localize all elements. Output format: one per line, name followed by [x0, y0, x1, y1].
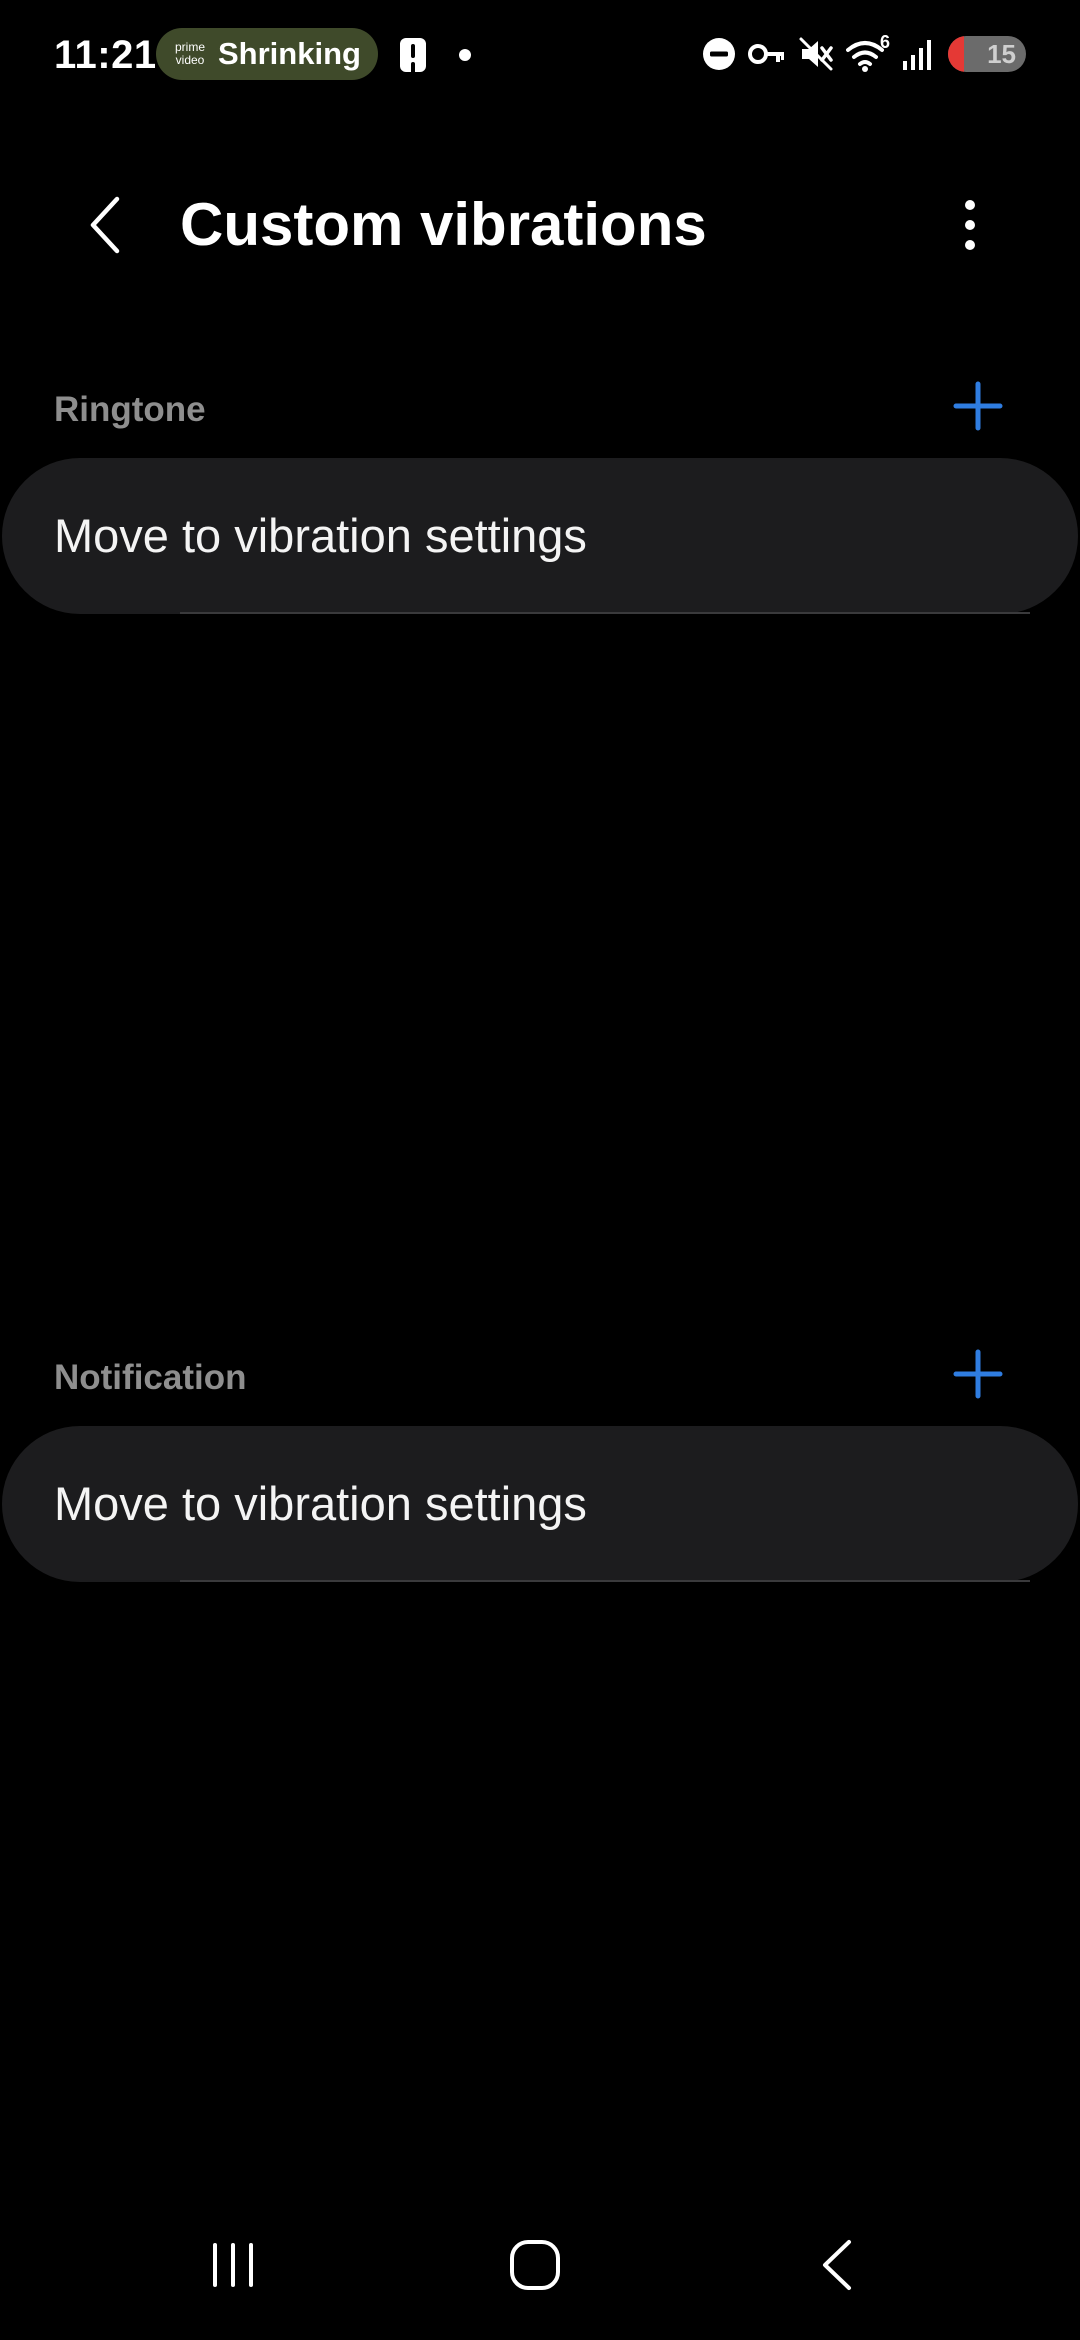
- more-vertical-icon: [965, 200, 975, 250]
- back-icon: [823, 2240, 851, 2290]
- chevron-left-icon: [90, 196, 120, 254]
- alert-notification-icon: [400, 38, 426, 72]
- wifi-generation-label: 6: [879, 32, 890, 52]
- list-item-label: Move to vibration settings: [54, 1477, 587, 1530]
- battery-fill: [948, 36, 964, 72]
- divider: [180, 612, 1030, 614]
- battery-level: 15: [987, 38, 1016, 69]
- section-header-ringtone: Ringtone: [0, 370, 1080, 450]
- mute-icon: [799, 37, 833, 71]
- system-navigation-bar: [0, 2220, 1080, 2310]
- ringtone-vibration-settings-item[interactable]: Move to vibration settings: [2, 458, 1078, 614]
- section-header-notification: Notification: [0, 1338, 1080, 1418]
- recents-icon: [213, 2243, 253, 2287]
- add-notification-vibration-button[interactable]: [948, 1344, 1008, 1404]
- more-options-button[interactable]: [940, 190, 1000, 260]
- more-notifications-dot-icon: [459, 49, 471, 61]
- prime-video-label: prime video: [174, 40, 205, 67]
- status-icons: 6 15: [702, 26, 1026, 82]
- section-label-ringtone: Ringtone: [54, 390, 206, 429]
- notification-vibration-settings-item[interactable]: Move to vibration settings: [2, 1426, 1078, 1582]
- list-item-label: Move to vibration settings: [54, 509, 587, 562]
- vpn-key-icon: [748, 44, 784, 64]
- home-icon: [510, 2240, 560, 2290]
- plus-icon: [953, 381, 1003, 431]
- home-button[interactable]: [490, 2230, 580, 2300]
- wifi-indicator: 6: [846, 32, 890, 72]
- divider: [180, 1580, 1030, 1582]
- status-bar: 11:21 prime video Shrinking 6 15: [0, 0, 1080, 110]
- add-ringtone-vibration-button[interactable]: [948, 376, 1008, 436]
- system-back-button[interactable]: [792, 2230, 882, 2300]
- prime-video-icon: prime video: [172, 36, 208, 72]
- back-button[interactable]: [70, 190, 140, 260]
- signal-icon: [903, 40, 931, 70]
- plus-icon: [953, 1349, 1003, 1399]
- media-playback-chip[interactable]: prime video Shrinking: [156, 28, 378, 80]
- status-time: 11:21: [54, 33, 157, 77]
- recent-apps-button[interactable]: [188, 2230, 278, 2300]
- media-title: Shrinking: [218, 36, 361, 71]
- page-title: Custom vibrations: [180, 191, 707, 258]
- section-label-notification: Notification: [54, 1358, 247, 1397]
- dnd-icon: [703, 38, 735, 70]
- battery-icon: 15: [948, 36, 1026, 72]
- wifi-icon: [846, 41, 884, 72]
- app-bar: Custom vibrations: [0, 170, 1080, 280]
